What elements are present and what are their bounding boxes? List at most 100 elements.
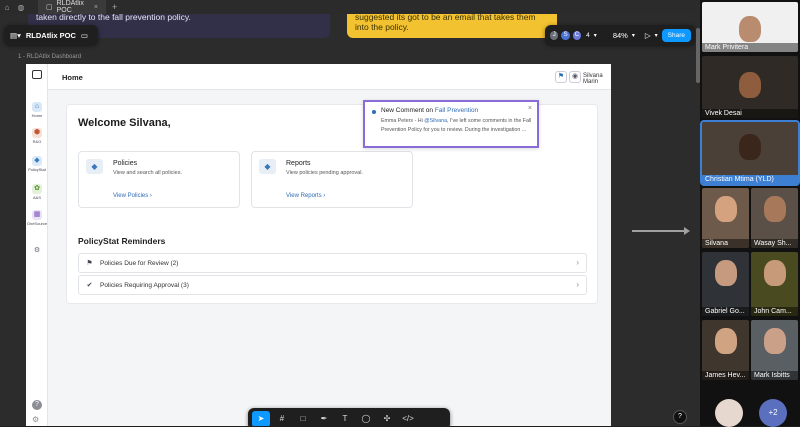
chevron-down-icon[interactable]: ▾ xyxy=(632,32,635,39)
app-logo xyxy=(32,70,42,79)
participant-video xyxy=(714,196,737,222)
participant-tile[interactable]: Gabriel Go... xyxy=(702,252,749,316)
policy-link[interactable]: Fall Prevention xyxy=(435,107,478,114)
close-icon[interactable]: × xyxy=(528,105,532,112)
sticky-note-yellow[interactable]: suggested its got to be an email that ta… xyxy=(347,14,557,38)
components-icon[interactable]: ✣ xyxy=(378,411,396,426)
move-tool-icon[interactable]: ➤ xyxy=(252,411,270,426)
nav-label: PolicyStat xyxy=(28,167,46,172)
reminder-row-approval[interactable]: ✔ Policies Requiring Approval (3) › xyxy=(78,275,587,295)
nav-label: Home xyxy=(31,113,43,118)
participant-video xyxy=(763,260,786,286)
browser-tab-title: RLDAtlix POC xyxy=(56,0,84,14)
participant-name: Mark Privitera xyxy=(702,43,798,52)
participant-name: Mark Isbitts xyxy=(751,371,798,380)
app-frame: ⌂ Home ⬢ R&G ◆ PolicyStat ✿ A&S ▦ OneSou… xyxy=(26,64,611,426)
view-reports-link[interactable]: View Reports › xyxy=(286,193,325,199)
home-icon: ⌂ xyxy=(32,102,42,112)
avatar[interactable]: J xyxy=(549,29,560,41)
participant-name: Christian Mtima (YLD) xyxy=(702,175,798,184)
participant-tile[interactable]: John Cam... xyxy=(751,252,798,316)
participant-name: Vivek Desai xyxy=(702,109,798,118)
shape-tool-icon[interactable]: □ xyxy=(294,411,312,426)
participant-video xyxy=(714,328,737,354)
nav-item-onesource[interactable]: ▦ OneSource xyxy=(26,210,48,226)
frame-label[interactable]: 1 - RLDAtlix Dashboard xyxy=(18,54,81,60)
new-tab-icon[interactable]: + xyxy=(112,2,117,12)
main-menu-icon[interactable]: ▤▾ xyxy=(10,31,21,40)
connector-arrow[interactable] xyxy=(632,227,690,235)
close-icon[interactable]: × xyxy=(94,4,98,11)
participant-video xyxy=(763,328,786,354)
avatar[interactable]: C xyxy=(571,29,583,41)
user-name[interactable]: Silvana Marin xyxy=(583,73,611,85)
unread-dot xyxy=(372,110,376,114)
frame-tool-icon[interactable]: # xyxy=(273,411,291,426)
browser-tab[interactable]: ▢ RLDAtlix POC × xyxy=(38,0,106,14)
card-description: View and search all policies. xyxy=(113,170,182,176)
grid-icon: ▦ xyxy=(32,210,42,220)
nav-item-home[interactable]: ⌂ Home xyxy=(26,102,48,118)
avatar[interactable]: S xyxy=(560,29,571,41)
check-circle-icon: ✔ xyxy=(86,282,93,289)
reminder-row-review[interactable]: ⚑ Policies Due for Review (2) › xyxy=(78,253,587,273)
chevron-down-icon[interactable]: ▾ xyxy=(594,32,597,39)
mention-link[interactable]: @Silvana xyxy=(424,118,447,124)
participant-tile[interactable]: Mark Privitera xyxy=(702,2,798,52)
nav-item-policystat[interactable]: ◆ PolicyStat xyxy=(26,156,48,172)
notification-icon[interactable]: ⚑ xyxy=(555,71,567,83)
participant-tile[interactable]: James Hev... xyxy=(702,320,749,380)
participant-video xyxy=(763,196,786,222)
participant-video xyxy=(739,134,761,160)
participant-tile[interactable]: Wasay Sh... xyxy=(751,188,798,248)
panel-toggle-icon[interactable]: ▭ xyxy=(81,31,88,40)
gear-icon: ⚙ xyxy=(33,247,41,254)
participant-tile-active[interactable]: Christian Mtima (YLD) xyxy=(700,120,800,186)
top-bar: Home ⚑ ◉ Silvana Marin xyxy=(48,64,611,90)
text-tool-icon[interactable]: T xyxy=(336,411,354,426)
participant-video xyxy=(739,72,761,98)
policies-card[interactable]: ◆ Policies View and search all policies.… xyxy=(78,151,240,208)
notification-body-start: Emma Peters - Hi xyxy=(381,118,425,124)
help-icon[interactable]: ? xyxy=(32,400,42,410)
file-menu-bar: ▤▾ RLDAtlix POC ▭ xyxy=(4,25,98,45)
design-canvas[interactable]: taken directly to the fall prevention po… xyxy=(0,14,700,426)
diamond-icon: ◆ xyxy=(259,159,276,174)
flag-icon: ⚑ xyxy=(86,260,93,267)
dev-mode-icon[interactable]: </> xyxy=(399,411,417,426)
reminder-label: Policies Requiring Approval (3) xyxy=(100,282,189,289)
view-policies-link[interactable]: View Policies › xyxy=(113,193,152,199)
chevron-down-icon[interactable]: ▾ xyxy=(655,32,658,39)
nav-label: OneSource xyxy=(26,221,48,226)
notification-body: Emma Peters - Hi @Silvana, I've left som… xyxy=(381,117,533,134)
pen-tool-icon[interactable]: ✒ xyxy=(315,411,333,426)
nav-item-as[interactable]: ✿ A&S xyxy=(26,184,48,200)
user-icon[interactable]: ◉ xyxy=(569,71,581,83)
gear-icon[interactable]: ⚙ xyxy=(32,415,39,424)
participant-avatar[interactable] xyxy=(715,399,743,427)
globe-icon[interactable]: ◍ xyxy=(14,3,28,12)
present-play-icon[interactable]: ▷ xyxy=(645,31,651,40)
participant-name: Wasay Sh... xyxy=(751,239,798,248)
diamond-icon: ◆ xyxy=(32,156,42,166)
participant-tile[interactable]: Vivek Desai xyxy=(702,56,798,118)
participant-name: John Cam... xyxy=(751,307,798,316)
file-name[interactable]: RLDAtlix POC xyxy=(26,31,76,40)
comment-tool-icon[interactable]: ◯ xyxy=(357,411,375,426)
diamond-icon: ◆ xyxy=(86,159,103,174)
more-participants-button[interactable]: +2 xyxy=(759,399,787,427)
home-icon[interactable]: ⌂ xyxy=(0,3,14,12)
participant-tile[interactable]: Mark Isbitts xyxy=(751,320,798,380)
zoom-level[interactable]: 84% xyxy=(613,31,628,40)
settings-gear[interactable]: ⚙ xyxy=(26,246,48,257)
notification-popup[interactable]: New Comment on Fall Prevention × Emma Pe… xyxy=(363,100,539,148)
side-nav: ⌂ Home ⬢ R&G ◆ PolicyStat ✿ A&S ▦ OneSou… xyxy=(26,64,48,426)
share-button[interactable]: Share xyxy=(661,28,691,42)
avatar-overflow-count[interactable]: 4 xyxy=(586,32,590,39)
participant-tile[interactable]: Silvana xyxy=(702,188,749,248)
help-button[interactable]: ? xyxy=(673,410,687,424)
browser-tab-strip: ⌂ ◍ ▢ RLDAtlix POC × + xyxy=(0,0,700,14)
reports-card[interactable]: ◆ Reports View policies pending approval… xyxy=(251,151,413,208)
reminder-label: Policies Due for Review (2) xyxy=(100,260,179,267)
nav-item-rg[interactable]: ⬢ R&G xyxy=(26,128,48,144)
